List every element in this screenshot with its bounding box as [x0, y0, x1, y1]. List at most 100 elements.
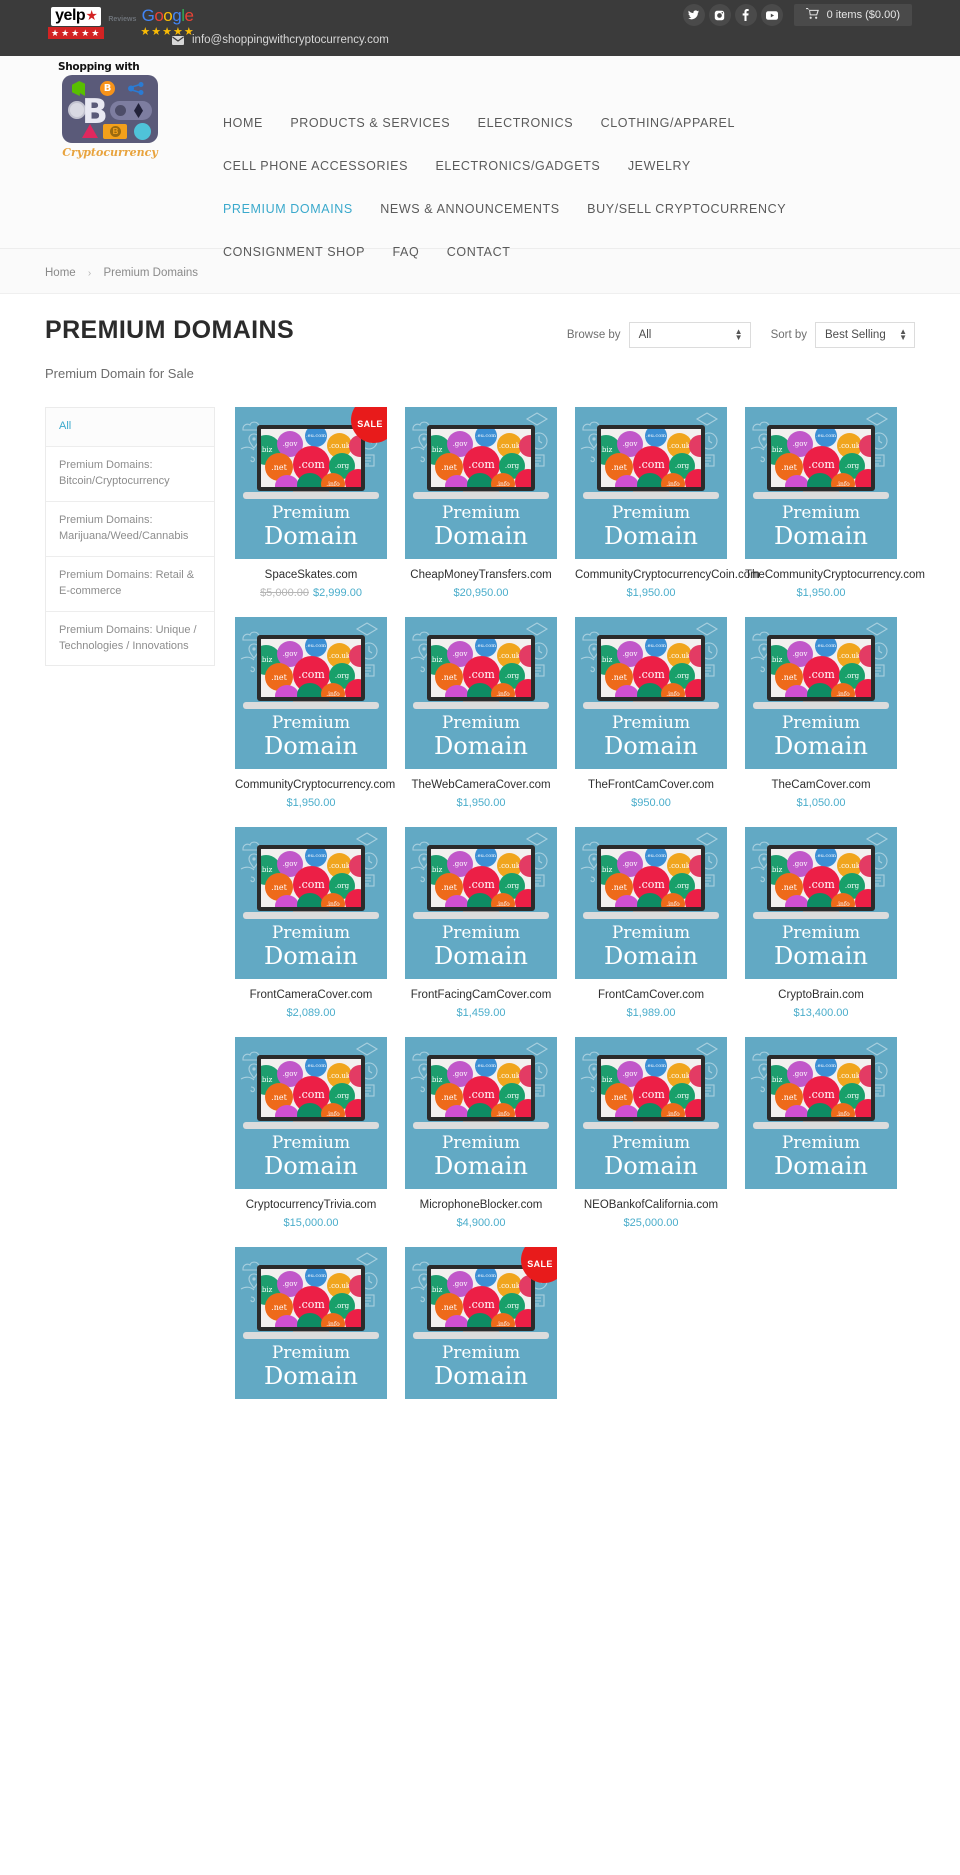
laptop-screen: .biz.gov.eu.com.co.uk.com.net.org.info [771, 1059, 871, 1117]
product-image[interactable]: .biz.gov.eu.com.co.uk.com.net.org.info P… [745, 617, 897, 769]
product-image[interactable]: .biz.gov.eu.com.co.uk.com.net.org.info P… [745, 827, 897, 979]
product-card[interactable]: .biz.gov.eu.com.co.uk.com.net.org.info P… [235, 827, 387, 1019]
cart-button[interactable]: 0 items ($0.00) [793, 4, 912, 26]
nav-cell-phone-accessories[interactable]: CELL PHONE ACCESSORIES [223, 159, 408, 173]
product-title[interactable]: MicrophoneBlocker.com [405, 1199, 557, 1211]
site-logo[interactable]: Shopping with B B B Cryptocurrency [54, 61, 166, 159]
product-card[interactable]: .biz.gov.eu.com.co.uk.com.net.org.info P… [745, 617, 897, 809]
nav-jewelry[interactable]: JEWELRY [628, 159, 691, 173]
twitter-icon[interactable] [682, 4, 705, 26]
yelp-badge[interactable]: yelp ★★★★★ [48, 7, 105, 39]
sort-by-select[interactable]: Best Selling ▲ ▼ [815, 322, 915, 348]
product-card[interactable]: .biz.gov.eu.com.co.uk.com.net.org.info P… [405, 617, 557, 809]
product-price-row: $2,089.00 [235, 1007, 387, 1019]
product-title[interactable]: TheCommunityCryptocurrency.com [745, 569, 925, 581]
product-image[interactable]: .biz.gov.eu.com.co.uk.com.net.org.info P… [575, 1037, 727, 1189]
laptop-screen: .biz.gov.eu.com.co.uk.com.net.org.info [261, 1059, 361, 1117]
sidebar-item-bitcoin-cryptocurrency[interactable]: Premium Domains: Bitcoin/Cryptocurrency [46, 447, 214, 502]
product-card[interactable]: .biz.gov.eu.com.co.uk.com.net.org.info P… [575, 827, 727, 1019]
nav-electronics-gadgets[interactable]: ELECTRONICS/GADGETS [435, 159, 600, 173]
tld-bubble: .eu.com [305, 639, 327, 657]
nav-contact[interactable]: CONTACT [447, 245, 511, 259]
sidebar-item-all[interactable]: All [46, 408, 214, 447]
product-image[interactable]: .biz.gov.eu.com.co.uk.com.net.org.info P… [405, 617, 557, 769]
product-title[interactable]: CryptocurrencyTrivia.com [235, 1199, 387, 1211]
nav-buy-sell-cryptocurrency[interactable]: BUY/SELL CRYPTOCURRENCY [587, 202, 786, 216]
product-title[interactable]: CheapMoneyTransfers.com [405, 569, 557, 581]
laptop-screen: .biz.gov.eu.com.co.uk.com.net.org.info [431, 849, 531, 907]
product-title[interactable]: SpaceSkates.com [235, 569, 387, 581]
product-title[interactable]: TheWebCameraCover.com [405, 779, 557, 791]
product-image[interactable]: .biz.gov.eu.com.co.uk.com.net.org.info P… [575, 827, 727, 979]
product-image[interactable]: .biz.gov.eu.com.co.uk.com.net.org.info P… [235, 827, 387, 979]
page-header: PREMIUM DOMAINS Browse by All ▲ ▼ Sort by… [0, 294, 960, 366]
nav-electronics[interactable]: ELECTRONICS [478, 116, 574, 130]
product-image[interactable]: SALE .biz.gov.eu.com.co.uk.com.net.org.i… [235, 407, 387, 559]
nav-clothing-apparel[interactable]: CLOTHING/APPAREL [601, 116, 735, 130]
product-card[interactable]: .biz.gov.eu.com.co.uk.com.net.org.info P… [235, 1247, 387, 1409]
nav-premium-domains[interactable]: PREMIUM DOMAINS [223, 202, 353, 216]
tld-bubble: .eu.com [815, 1059, 837, 1077]
contact-email[interactable]: info@shoppingwithcryptocurrency.com [172, 34, 389, 46]
product-card[interactable]: .biz.gov.eu.com.co.uk.com.net.org.info P… [575, 1037, 727, 1229]
product-card[interactable]: .biz.gov.eu.com.co.uk.com.net.org.info P… [405, 1037, 557, 1229]
product-title[interactable]: NEOBankofCalifornia.com [575, 1199, 727, 1211]
product-image[interactable]: .biz.gov.eu.com.co.uk.com.net.org.info P… [405, 1037, 557, 1189]
product-image[interactable]: .biz.gov.eu.com.co.uk.com.net.org.info P… [235, 1037, 387, 1189]
product-title[interactable]: FrontFacingCamCover.com [405, 989, 557, 1001]
product-card[interactable]: .biz.gov.eu.com.co.uk.com.net.org.info P… [745, 407, 925, 599]
product-image[interactable]: SALE .biz.gov.eu.com.co.uk.com.net.org.i… [405, 1247, 557, 1399]
product-image[interactable]: .biz.gov.eu.com.co.uk.com.net.org.info P… [405, 407, 557, 559]
nav-news-announcements[interactable]: NEWS & ANNOUNCEMENTS [380, 202, 559, 216]
product-card[interactable]: .biz.gov.eu.com.co.uk.com.net.org.info P… [405, 407, 557, 599]
product-price-row: $20,950.00 [405, 587, 557, 599]
laptop-base [583, 702, 719, 709]
nav-faq[interactable]: FAQ [392, 245, 419, 259]
sidebar-item-marijuana-weed-cannabis[interactable]: Premium Domains: Marijuana/Weed/Cannabis [46, 502, 214, 557]
product-title[interactable]: TheCamCover.com [745, 779, 897, 791]
tld-bubble [519, 1065, 531, 1087]
instagram-icon[interactable] [708, 4, 731, 26]
laptop-base [583, 492, 719, 499]
product-title[interactable]: TheFrontCamCover.com [575, 779, 727, 791]
laptop-screen: .biz.gov.eu.com.co.uk.com.net.org.info [261, 639, 361, 697]
product-card[interactable]: SALE .biz.gov.eu.com.co.uk.com.net.org.i… [405, 1247, 557, 1409]
product-title[interactable]: CryptoBrain.com [745, 989, 897, 1001]
product-card[interactable]: .biz.gov.eu.com.co.uk.com.net.org.info P… [575, 617, 727, 809]
tld-bubble: .eu.com [475, 639, 497, 657]
product-title[interactable]: FrontCameraCover.com [235, 989, 387, 1001]
laptop-screen: .biz.gov.eu.com.co.uk.com.net.org.info [431, 1059, 531, 1117]
nav-home[interactable]: HOME [223, 116, 263, 130]
laptop-base [243, 912, 379, 919]
site-header: Shopping with B B B Cryptocurrency HOME … [0, 56, 960, 259]
product-card[interactable]: SALE .biz.gov.eu.com.co.uk.com.net.org.i… [235, 407, 387, 599]
nav-products-services[interactable]: PRODUCTS & SERVICES [290, 116, 450, 130]
sidebar-item-unique-technologies-innovations[interactable]: Premium Domains: Unique / Technologies /… [46, 612, 214, 666]
breadcrumb-home[interactable]: Home [45, 267, 76, 279]
product-image[interactable]: .biz.gov.eu.com.co.uk.com.net.org.info P… [575, 617, 727, 769]
facebook-icon[interactable] [734, 4, 757, 26]
product-card[interactable]: .biz.gov.eu.com.co.uk.com.net.org.info P… [575, 407, 760, 599]
product-card[interactable]: .biz.gov.eu.com.co.uk.com.net.org.info P… [745, 1037, 897, 1229]
product-title[interactable]: FrontCamCover.com [575, 989, 727, 1001]
product-image[interactable]: .biz.gov.eu.com.co.uk.com.net.org.info P… [235, 1247, 387, 1399]
product-price: $2,999.00 [313, 587, 362, 599]
tld-bubble [785, 685, 809, 697]
product-card[interactable]: .biz.gov.eu.com.co.uk.com.net.org.info P… [235, 617, 395, 809]
product-image[interactable]: .biz.gov.eu.com.co.uk.com.net.org.info P… [575, 407, 727, 559]
product-image[interactable]: .biz.gov.eu.com.co.uk.com.net.org.info P… [235, 617, 387, 769]
browse-by-select[interactable]: All ▲ ▼ [628, 322, 751, 348]
product-image[interactable]: .biz.gov.eu.com.co.uk.com.net.org.info P… [405, 827, 557, 979]
youtube-icon[interactable] [760, 4, 783, 26]
product-card[interactable]: .biz.gov.eu.com.co.uk.com.net.org.info P… [745, 827, 897, 1019]
product-image[interactable]: .biz.gov.eu.com.co.uk.com.net.org.info P… [745, 407, 897, 559]
product-image[interactable]: .biz.gov.eu.com.co.uk.com.net.org.info P… [745, 1037, 897, 1189]
yelp-logo: yelp [51, 7, 102, 26]
product-card[interactable]: .biz.gov.eu.com.co.uk.com.net.org.info P… [235, 1037, 387, 1229]
sidebar-item-retail-ecommerce[interactable]: Premium Domains: Retail & E-commerce [46, 557, 214, 612]
tld-bubble: .eu.com [305, 1059, 327, 1077]
product-title[interactable]: CommunityCryptocurrency.com [235, 779, 395, 791]
product-card[interactable]: .biz.gov.eu.com.co.uk.com.net.org.info P… [405, 827, 557, 1019]
product-title[interactable]: CommunityCryptocurrencyCoin.com [575, 569, 760, 581]
nav-consignment-shop[interactable]: CONSIGNMENT SHOP [223, 245, 365, 259]
